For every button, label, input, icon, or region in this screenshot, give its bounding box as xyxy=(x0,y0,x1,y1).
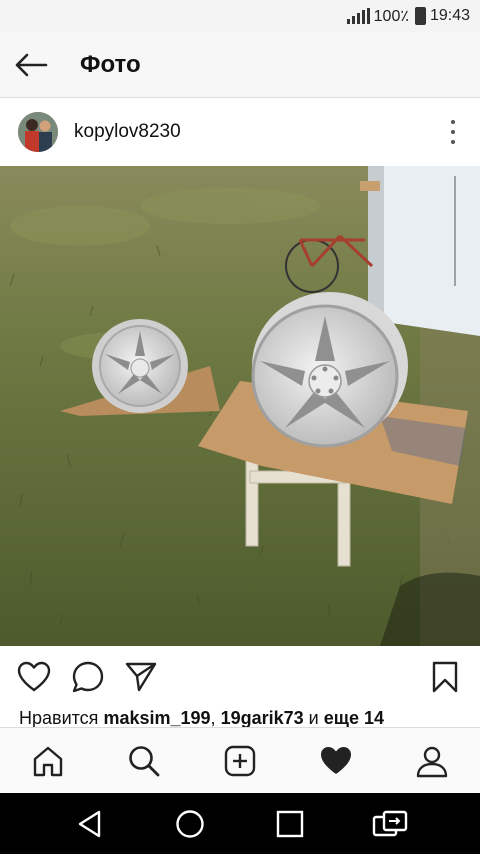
battery-icon xyxy=(414,7,426,25)
likes-text: Нравится maksim_199, 19garik73 и еще 14 xyxy=(19,708,384,729)
paper-plane-icon[interactable] xyxy=(124,660,158,694)
arrow-left-icon xyxy=(15,53,48,76)
heart-outline-icon[interactable] xyxy=(17,660,51,694)
post-actions xyxy=(0,646,480,706)
likes-separator: , xyxy=(210,708,216,728)
tab-add-post[interactable] xyxy=(216,737,264,785)
more-vertical-icon[interactable] xyxy=(450,120,456,144)
nav-home-button[interactable] xyxy=(166,800,214,848)
tab-search[interactable] xyxy=(120,737,168,785)
signal-icon xyxy=(346,8,370,24)
nav-switch-apps-button[interactable] xyxy=(366,800,414,848)
home-icon xyxy=(33,746,63,776)
back-triangle-icon xyxy=(78,810,101,837)
switch-apps-icon xyxy=(372,810,408,836)
likes-conjunction: и xyxy=(308,708,319,728)
app-bar: Фото xyxy=(0,32,480,98)
add-post-icon xyxy=(224,745,256,776)
post-header: kopylov8230 xyxy=(0,98,480,166)
tab-profile[interactable] xyxy=(408,737,456,785)
likes-prefix: Нравится xyxy=(19,708,99,728)
avatar[interactable] xyxy=(18,112,58,152)
liker-link-1[interactable]: maksim_199 xyxy=(103,708,210,728)
home-circle-icon xyxy=(176,809,204,838)
comment-bubble-icon[interactable] xyxy=(71,660,105,694)
clock: 19:43 xyxy=(429,7,470,24)
post-photo[interactable] xyxy=(0,166,480,646)
bookmark-icon[interactable] xyxy=(428,660,462,694)
bottom-tab-bar xyxy=(0,727,480,793)
nav-back-button[interactable] xyxy=(66,800,114,848)
profile-icon xyxy=(416,746,448,777)
page-title: Фото xyxy=(80,50,141,78)
likes-more-link[interactable]: еще 14 xyxy=(324,708,384,728)
tab-activity[interactable] xyxy=(312,737,360,785)
battery-percent: 100٪ xyxy=(373,8,409,25)
recents-square-icon xyxy=(276,810,304,837)
back-button[interactable] xyxy=(0,32,62,98)
username[interactable]: kopylov8230 xyxy=(74,121,181,143)
activity-heart-icon xyxy=(321,746,351,774)
system-nav-bar xyxy=(0,793,480,854)
status-bar: 100٪ 19:43 xyxy=(0,0,480,32)
liker-link-2[interactable]: 19garik73 xyxy=(221,708,304,728)
search-icon xyxy=(129,745,160,776)
tab-home[interactable] xyxy=(24,737,72,785)
nav-recents-button[interactable] xyxy=(266,800,314,848)
